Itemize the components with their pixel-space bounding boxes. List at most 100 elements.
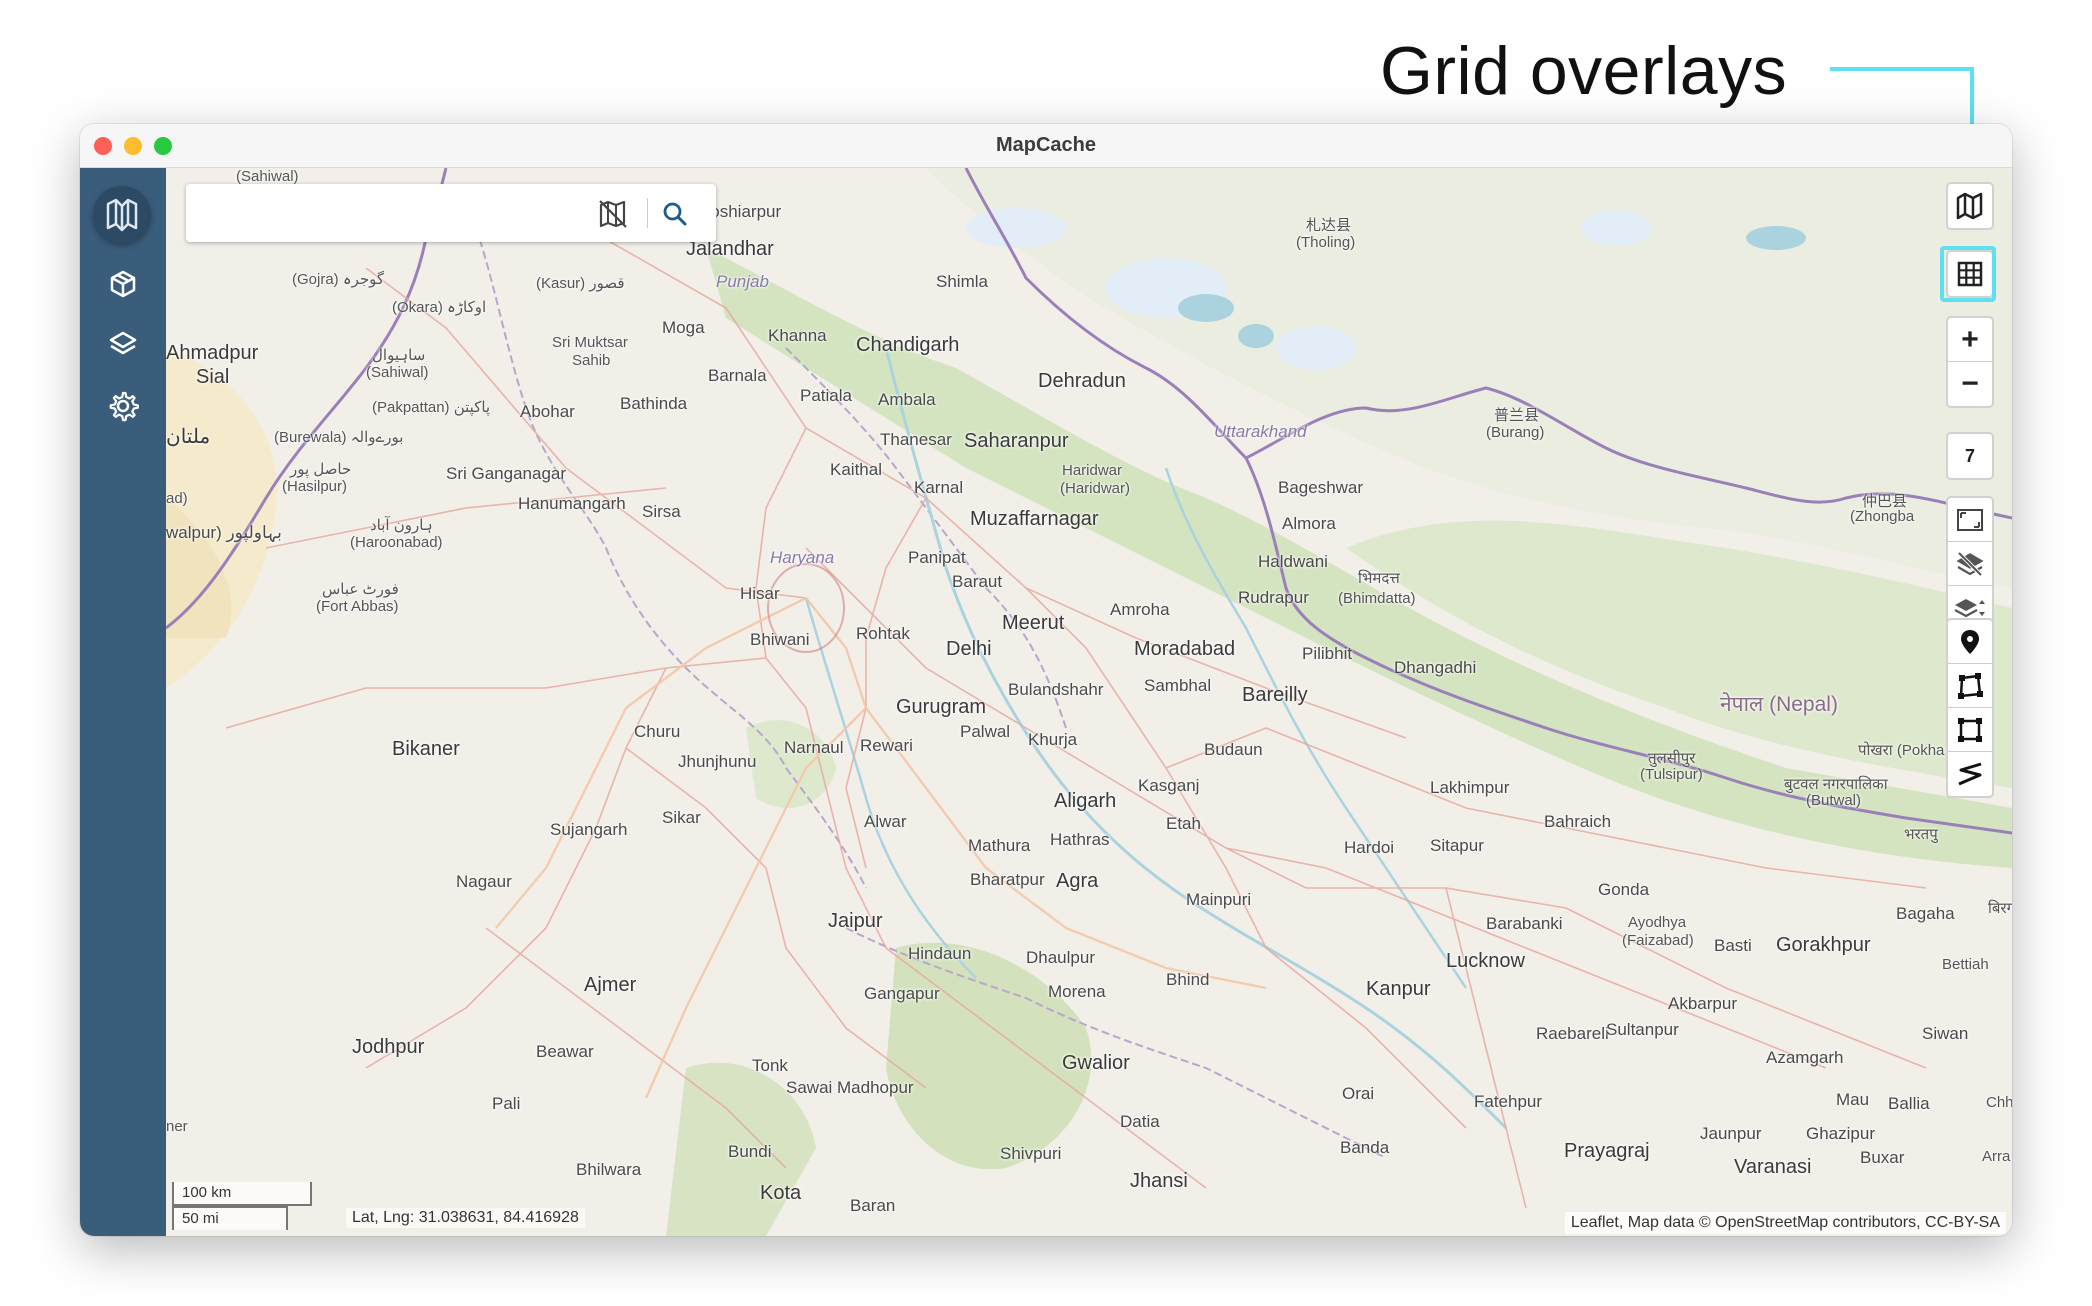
map-label: (Tulsipur)	[1640, 766, 1703, 783]
grid-icon[interactable]	[1948, 252, 1992, 296]
map-label: Lucknow	[1446, 950, 1525, 972]
zoom-in-button[interactable]: +	[1948, 318, 1992, 362]
map-label: Mau	[1836, 1090, 1870, 1109]
map-label: Uttarakhand	[1214, 422, 1307, 441]
annotation-label: Grid overlays	[1380, 33, 1788, 109]
map-label: Ghazipur	[1806, 1124, 1875, 1143]
map-label: Dehradun	[1038, 370, 1126, 392]
map-label: ہارون آباد	[370, 517, 433, 534]
map-label: (Haroonabad)	[350, 534, 443, 551]
map-label: Sikar	[662, 808, 701, 827]
map-label: (Sahiwal)	[236, 168, 299, 185]
map-label: Sultanpur	[1606, 1020, 1679, 1039]
map-label: Sri Ganganagar	[446, 464, 567, 483]
map-label: Haridwar	[1062, 462, 1123, 479]
map-view[interactable]: (Sahiwal) Hoshiarpur Jalandhar Punjab (G…	[166, 168, 2012, 1236]
map-label: Ambala	[878, 390, 936, 409]
map-label: ملتان	[166, 426, 211, 448]
map-label: Bhilwara	[576, 1160, 642, 1179]
map-label: Haldwani	[1258, 552, 1328, 571]
map-label: حاصل پور	[290, 461, 352, 478]
gear-icon[interactable]	[103, 386, 143, 426]
map-label: Pali	[492, 1094, 521, 1113]
map-label: (Haridwar)	[1060, 480, 1131, 497]
map-label: Kaithal	[830, 460, 882, 479]
map-label: Buxar	[1860, 1148, 1905, 1167]
polyline-icon[interactable]	[1948, 752, 1992, 796]
map-label: Sial	[196, 366, 230, 388]
search-icon[interactable]	[658, 197, 692, 231]
map-label: Churu	[634, 722, 681, 741]
map-label: Fatehpur	[1474, 1092, 1543, 1111]
map-label: Moradabad	[1134, 638, 1236, 660]
map-label: Shimla	[936, 272, 988, 291]
map-label: Moga	[662, 318, 705, 337]
map-label: Hanumangarh	[518, 494, 626, 513]
layer-tools-control	[1946, 496, 1994, 632]
map-label: Azamgarh	[1766, 1048, 1844, 1067]
clear-layers-icon[interactable]	[1948, 542, 1992, 586]
coordinates-readout: Lat, Lng: 31.038631, 84.416928	[346, 1208, 585, 1228]
map-label: Kasganj	[1138, 776, 1200, 795]
map-label: Baran	[850, 1196, 896, 1215]
map-label: Sitapur	[1430, 836, 1484, 855]
zoom-out-button[interactable]: −	[1948, 362, 1992, 406]
cube-icon[interactable]	[103, 264, 143, 304]
map-label: (Burewala) بورےوالہ	[274, 429, 404, 446]
map-label: (Tholing)	[1296, 234, 1356, 251]
map-label: Gurugram	[896, 696, 987, 718]
map-label: Kanpur	[1366, 978, 1431, 1000]
map-label: Bagaha	[1896, 904, 1955, 923]
map-label: Tonk	[752, 1056, 788, 1075]
map-label: Lakhimpur	[1430, 778, 1510, 797]
map-label: Jhunjhunu	[678, 752, 757, 771]
rectangle-icon[interactable]	[1948, 708, 1992, 752]
map-label: (Sahiwal)	[366, 364, 429, 381]
map-label: Bathinda	[620, 394, 688, 413]
layers-icon[interactable]	[103, 324, 143, 364]
polygon-icon[interactable]	[1948, 664, 1992, 708]
map-label: बिरगं	[1988, 900, 2012, 917]
draw-tools-control	[1946, 618, 1994, 798]
map-label: Patiala	[800, 386, 852, 405]
app-window: MapCache (Sahiwal) Hoshiarpur Jalandhar …	[80, 124, 2012, 1236]
sidebar	[80, 168, 166, 1236]
scale-km: 100 km	[172, 1182, 312, 1206]
map-label: (Fort Abbas)	[316, 598, 399, 615]
map-label: (Gojra) گوجرہ	[292, 271, 385, 288]
map-label: Delhi	[946, 638, 992, 660]
map-label: (Okara) اوکاڑہ	[392, 299, 487, 316]
map-label: Hathras	[1050, 830, 1110, 849]
fit-extent-icon[interactable]	[1948, 498, 1992, 542]
map-label: Rudrapur	[1238, 588, 1309, 607]
map-label: Jhansi	[1130, 1170, 1188, 1192]
map-logo-icon[interactable]	[93, 186, 151, 244]
map-label: Basti	[1714, 936, 1752, 955]
map-label: Siwan	[1922, 1024, 1969, 1043]
map-label: Barnala	[708, 366, 767, 385]
map-label: Jaipur	[828, 910, 883, 932]
annotation-line	[1830, 67, 1974, 71]
marker-icon[interactable]	[1948, 620, 1992, 664]
basemap-icon[interactable]	[1948, 184, 1992, 228]
map-label: Jaunpur	[1700, 1124, 1762, 1143]
map-label: ner	[166, 1118, 188, 1135]
map-label: Panipat	[908, 548, 966, 567]
map-label: Gwalior	[1062, 1052, 1130, 1074]
map-label: Thanesar	[880, 430, 952, 449]
map-off-icon[interactable]	[596, 197, 630, 231]
map-label: Meerut	[1002, 612, 1065, 634]
map-label: Mathura	[968, 836, 1031, 855]
search-input[interactable]	[200, 194, 580, 232]
map-label: Beawar	[536, 1042, 594, 1061]
map-label: (Pakpattan) پاکپتن	[372, 399, 491, 416]
map-label: Bikaner	[392, 738, 460, 760]
zoom-control: + −	[1946, 316, 1994, 408]
map-label: (Kasur) قصور	[536, 275, 625, 292]
map-label: Sri Muktsar	[552, 334, 628, 351]
map-label: Abohar	[520, 402, 575, 421]
map-label: Budaun	[1204, 740, 1263, 759]
map-label: भिमदत्त	[1358, 570, 1400, 587]
map-label: Bulandshahr	[1008, 680, 1104, 699]
map-label: (Zhongba	[1850, 508, 1915, 525]
